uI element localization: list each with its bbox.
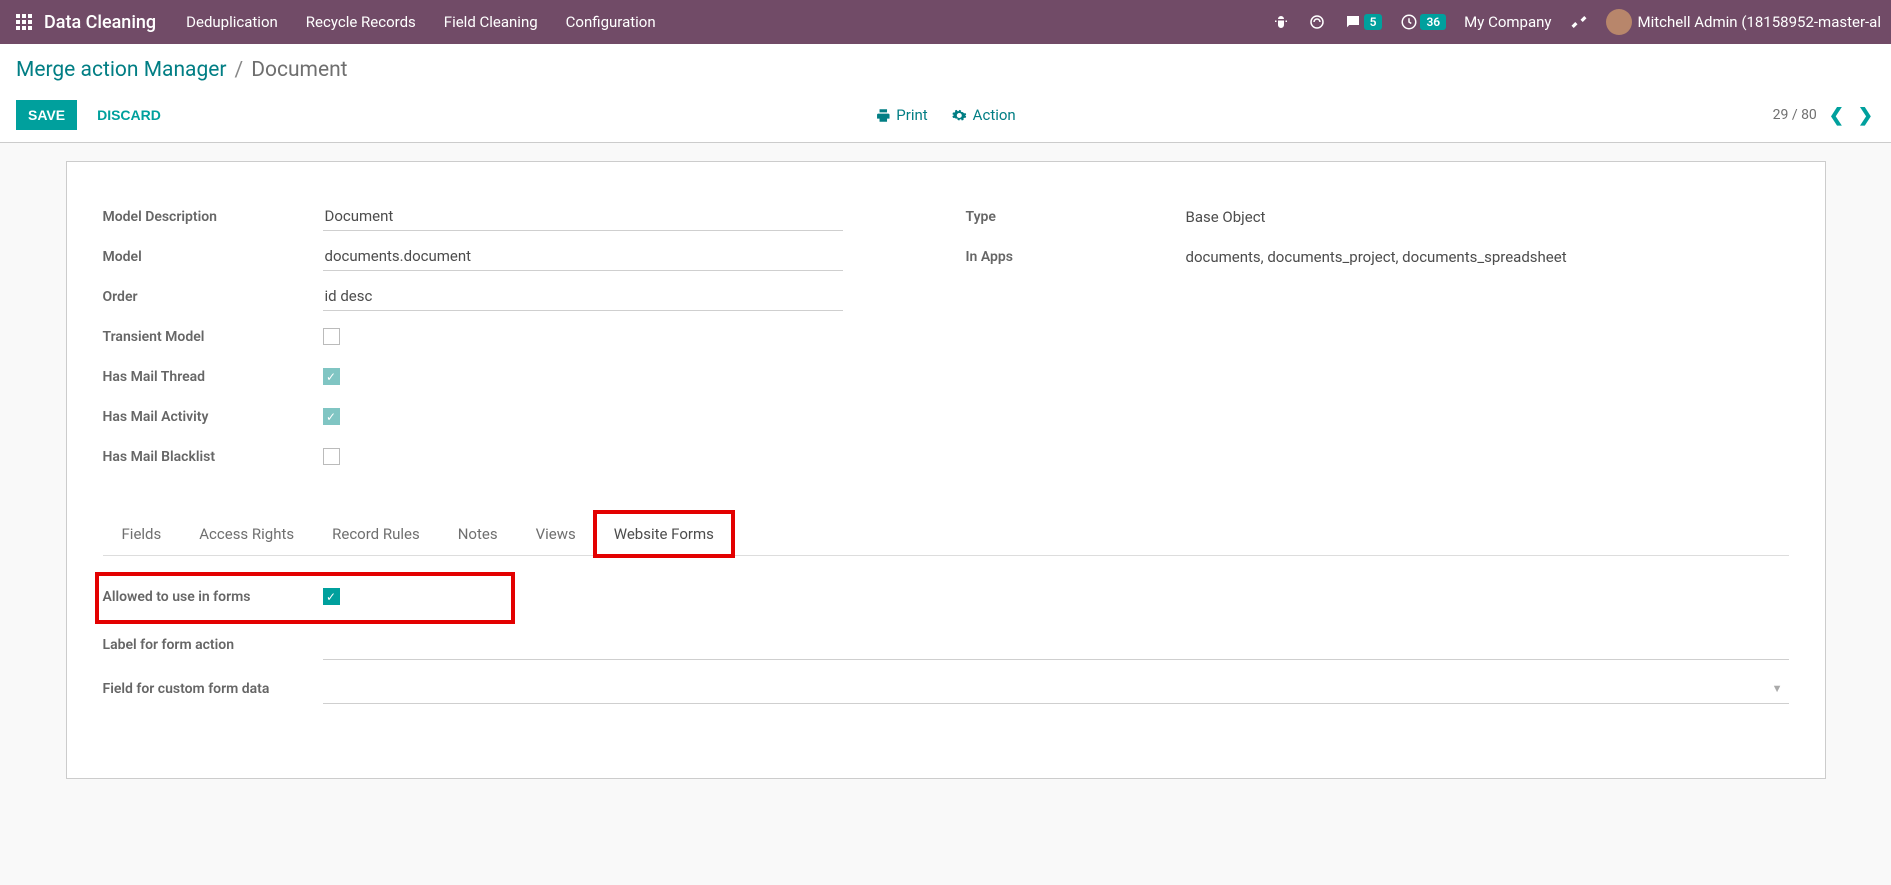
tab-record-rules[interactable]: Record Rules [313, 512, 439, 556]
support-icon[interactable] [1308, 13, 1326, 31]
apps-icon[interactable] [10, 8, 38, 36]
nav-recycle-records[interactable]: Recycle Records [306, 13, 416, 31]
messages-badge: 5 [1364, 14, 1383, 30]
nav-items: Deduplication Recycle Records Field Clea… [186, 13, 655, 31]
action-label: Action [973, 106, 1016, 124]
breadcrumb-separator: / [235, 58, 244, 82]
checkbox-mail-blacklist[interactable] [323, 448, 340, 465]
tab-website-forms[interactable]: Website Forms [595, 512, 733, 556]
input-order[interactable] [323, 282, 843, 311]
nav-field-cleaning[interactable]: Field Cleaning [444, 13, 538, 31]
app-brand[interactable]: Data Cleaning [44, 12, 156, 33]
label-allowed-forms: Allowed to use in forms [103, 582, 323, 606]
tab-fields[interactable]: Fields [103, 512, 181, 556]
pager-text: 29 / 80 [1773, 107, 1817, 123]
breadcrumb: Merge action Manager / Document [16, 58, 1875, 82]
pager-next[interactable]: ❯ [1856, 105, 1875, 126]
tab-views[interactable]: Views [517, 512, 595, 556]
label-type: Type [966, 202, 1186, 226]
checkbox-mail-activity[interactable] [323, 408, 340, 425]
nav-configuration[interactable]: Configuration [566, 13, 656, 31]
top-nav: Data Cleaning Deduplication Recycle Reco… [0, 0, 1891, 44]
input-label-form-action[interactable] [323, 630, 1789, 660]
label-transient: Transient Model [103, 322, 323, 346]
print-action[interactable]: Print [875, 106, 927, 124]
notebook-tabs: Fields Access Rights Record Rules Notes … [103, 512, 1789, 556]
value-in-apps: documents, documents_project, documents_… [1186, 242, 1789, 266]
tools-icon[interactable] [1570, 13, 1588, 31]
print-label: Print [896, 106, 927, 124]
label-model: Model [103, 242, 323, 266]
input-model[interactable] [323, 242, 843, 271]
avatar [1606, 9, 1632, 35]
checkbox-transient[interactable] [323, 328, 340, 345]
control-panel: Merge action Manager / Document SAVE DIS… [0, 44, 1891, 143]
checkbox-allowed-forms[interactable] [323, 588, 340, 605]
label-form-action: Label for form action [103, 630, 323, 654]
breadcrumb-current: Document [251, 58, 347, 82]
pager-prev[interactable]: ❮ [1827, 105, 1846, 126]
tab-notes[interactable]: Notes [439, 512, 517, 556]
value-type: Base Object [1186, 202, 1789, 226]
form-upper: Model Description Model Order [103, 202, 1789, 482]
discard-button[interactable]: DISCARD [85, 100, 173, 130]
highlight-allowed-in-forms: Allowed to use in forms [95, 572, 515, 624]
form-col-right: Type Base Object In Apps documents, docu… [966, 202, 1789, 482]
label-mail-blacklist: Has Mail Blacklist [103, 442, 323, 466]
input-model-description[interactable] [323, 202, 843, 231]
activities-badge: 36 [1420, 14, 1446, 30]
save-button[interactable]: SAVE [16, 100, 77, 130]
sheet-area: Model Description Model Order [0, 143, 1891, 779]
messages-icon[interactable]: 5 [1344, 13, 1383, 31]
label-order: Order [103, 282, 323, 306]
checkbox-mail-thread[interactable] [323, 368, 340, 385]
user-name: Mitchell Admin (18158952-master-al [1638, 13, 1881, 31]
label-model-description: Model Description [103, 202, 323, 226]
tab-access-rights[interactable]: Access Rights [180, 512, 313, 556]
debug-icon[interactable] [1272, 13, 1290, 31]
top-right: 5 36 My Company Mitchell Admin (18158952… [1272, 9, 1881, 35]
form-col-left: Model Description Model Order [103, 202, 926, 482]
pager: 29 / 80 ❮ ❯ [1773, 105, 1875, 126]
action-dropdown[interactable]: Action [952, 106, 1016, 124]
company-selector[interactable]: My Company [1464, 13, 1551, 31]
center-actions: Print Action [875, 106, 1015, 124]
form-sheet: Model Description Model Order [66, 161, 1826, 779]
gear-icon [952, 108, 967, 123]
tab-content-website-forms: Allowed to use in forms Label for form a… [103, 556, 1789, 706]
select-custom-form-field[interactable] [323, 674, 1789, 704]
print-icon [875, 108, 890, 123]
action-row: SAVE DISCARD Print Action 29 / 80 ❮ ❯ [16, 100, 1875, 130]
user-menu[interactable]: Mitchell Admin (18158952-master-al [1606, 9, 1881, 35]
label-custom-form-field: Field for custom form data [103, 674, 323, 698]
label-in-apps: In Apps [966, 242, 1186, 266]
activities-icon[interactable]: 36 [1400, 13, 1446, 31]
label-mail-thread: Has Mail Thread [103, 362, 323, 386]
label-mail-activity: Has Mail Activity [103, 402, 323, 426]
nav-deduplication[interactable]: Deduplication [186, 13, 278, 31]
breadcrumb-parent[interactable]: Merge action Manager [16, 58, 227, 82]
